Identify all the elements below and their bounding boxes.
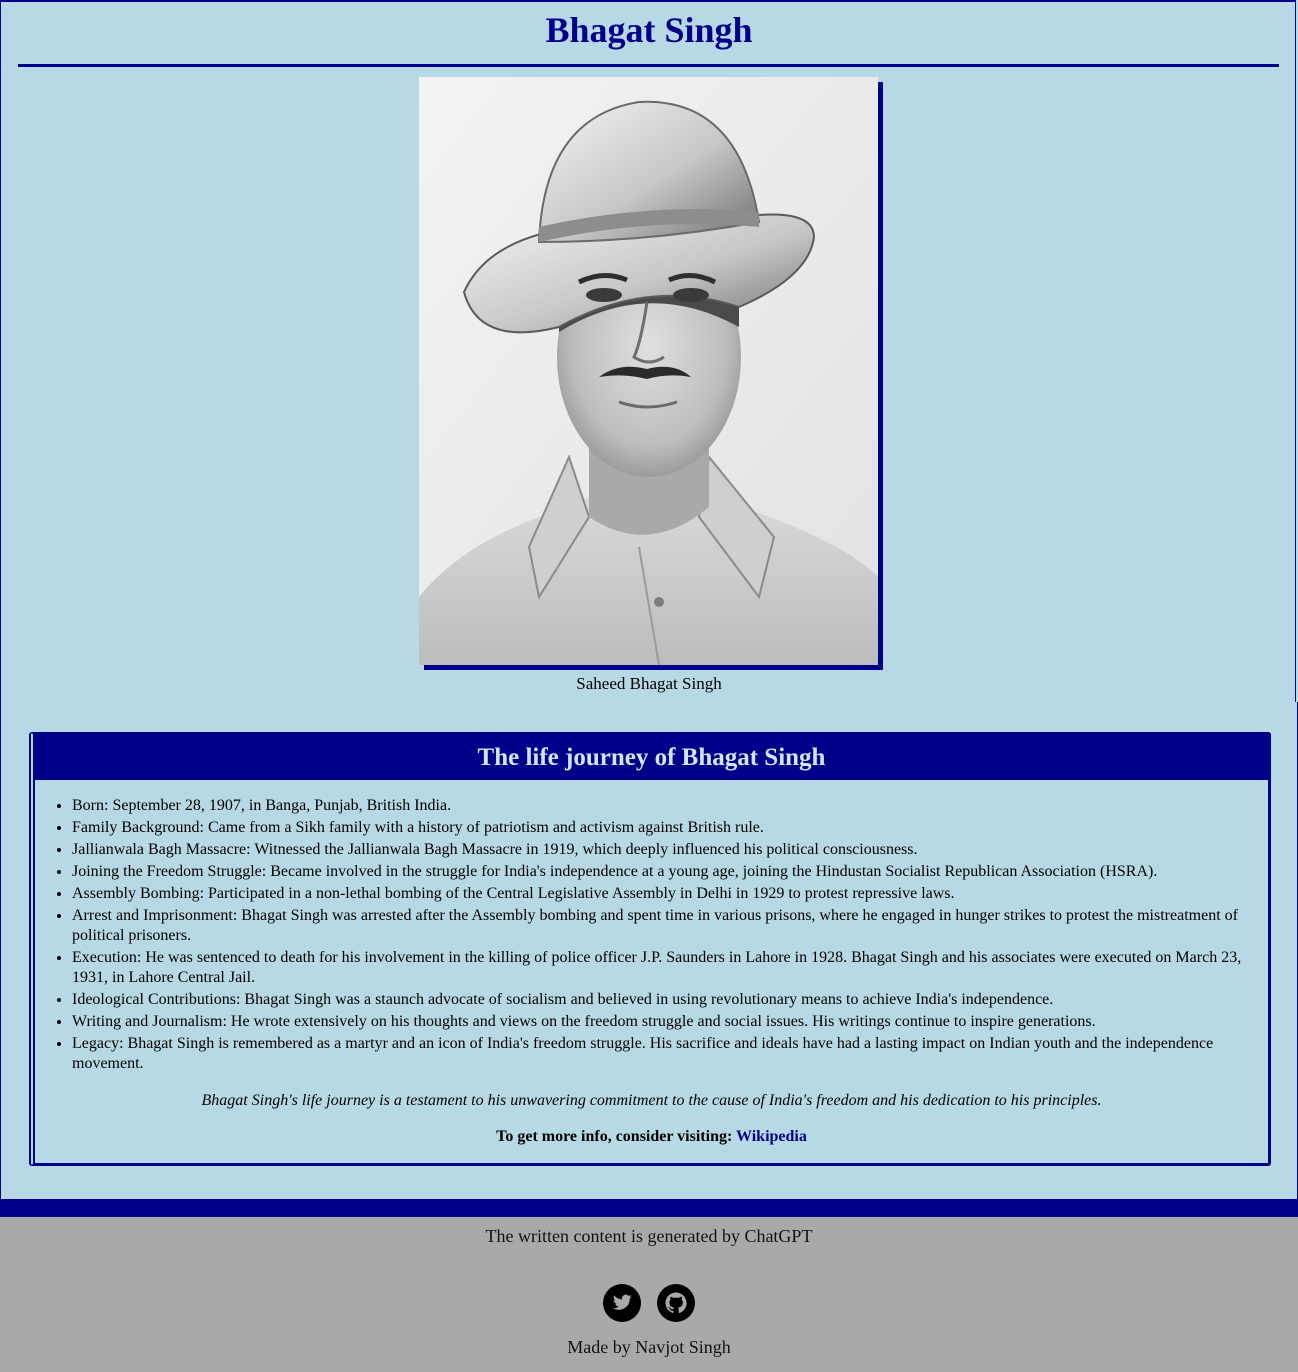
closing-statement: Bhagat Singh's life journey is a testame… xyxy=(201,1092,1102,1109)
list-item: Ideological Contributions: Bhagat Singh … xyxy=(72,990,1260,1010)
wikipedia-link[interactable]: Wikipedia xyxy=(736,1128,807,1145)
list-item: Execution: He was sentenced to death for… xyxy=(72,948,1260,988)
title-divider xyxy=(18,64,1279,67)
list-item: Joining the Freedom Struggle: Became inv… xyxy=(72,862,1260,882)
list-item: Born: September 28, 1907, in Banga, Punj… xyxy=(72,796,1260,816)
list-item: Writing and Journalism: He wrote extensi… xyxy=(72,1012,1260,1032)
portrait-image xyxy=(419,77,878,665)
life-journey-heading: The life journey of Bhagat Singh xyxy=(35,735,1268,780)
more-info-line: To get more info, consider visiting: Wik… xyxy=(35,1127,1268,1147)
life-journey-section: The life journey of Bhagat Singh Born: S… xyxy=(29,732,1271,1166)
footer: The written content is generated by Chat… xyxy=(0,1217,1298,1372)
list-item: Legacy: Bhagat Singh is remembered as a … xyxy=(72,1034,1260,1074)
more-info-label: To get more info, consider visiting: xyxy=(496,1128,733,1145)
list-item: Arrest and Imprisonment: Bhagat Singh wa… xyxy=(72,906,1260,946)
github-icon[interactable] xyxy=(657,1284,695,1322)
author-credit: Made by Navjot Singh xyxy=(567,1337,731,1357)
page-title: Bhagat Singh xyxy=(545,10,753,50)
footer-divider-bar xyxy=(0,1199,1298,1217)
portrait-photo xyxy=(419,77,878,665)
twitter-icon[interactable] xyxy=(603,1284,641,1322)
social-links xyxy=(0,1284,1298,1322)
list-item: Jallianwala Bagh Massacre: Witnessed the… xyxy=(72,840,1260,860)
list-item: Family Background: Came from a Sikh fami… xyxy=(72,818,1260,838)
photo-caption: Saheed Bhagat Singh xyxy=(576,674,722,693)
frame-left-edge xyxy=(0,702,1,1200)
life-journey-list: Born: September 28, 1907, in Banga, Punj… xyxy=(35,796,1268,1074)
list-item: Assembly Bombing: Participated in a non-… xyxy=(72,884,1260,904)
content-credit: The written content is generated by Chat… xyxy=(485,1226,813,1246)
page: Bhagat Singh Saheed Bhagat Singh The lif… xyxy=(0,0,1298,1372)
